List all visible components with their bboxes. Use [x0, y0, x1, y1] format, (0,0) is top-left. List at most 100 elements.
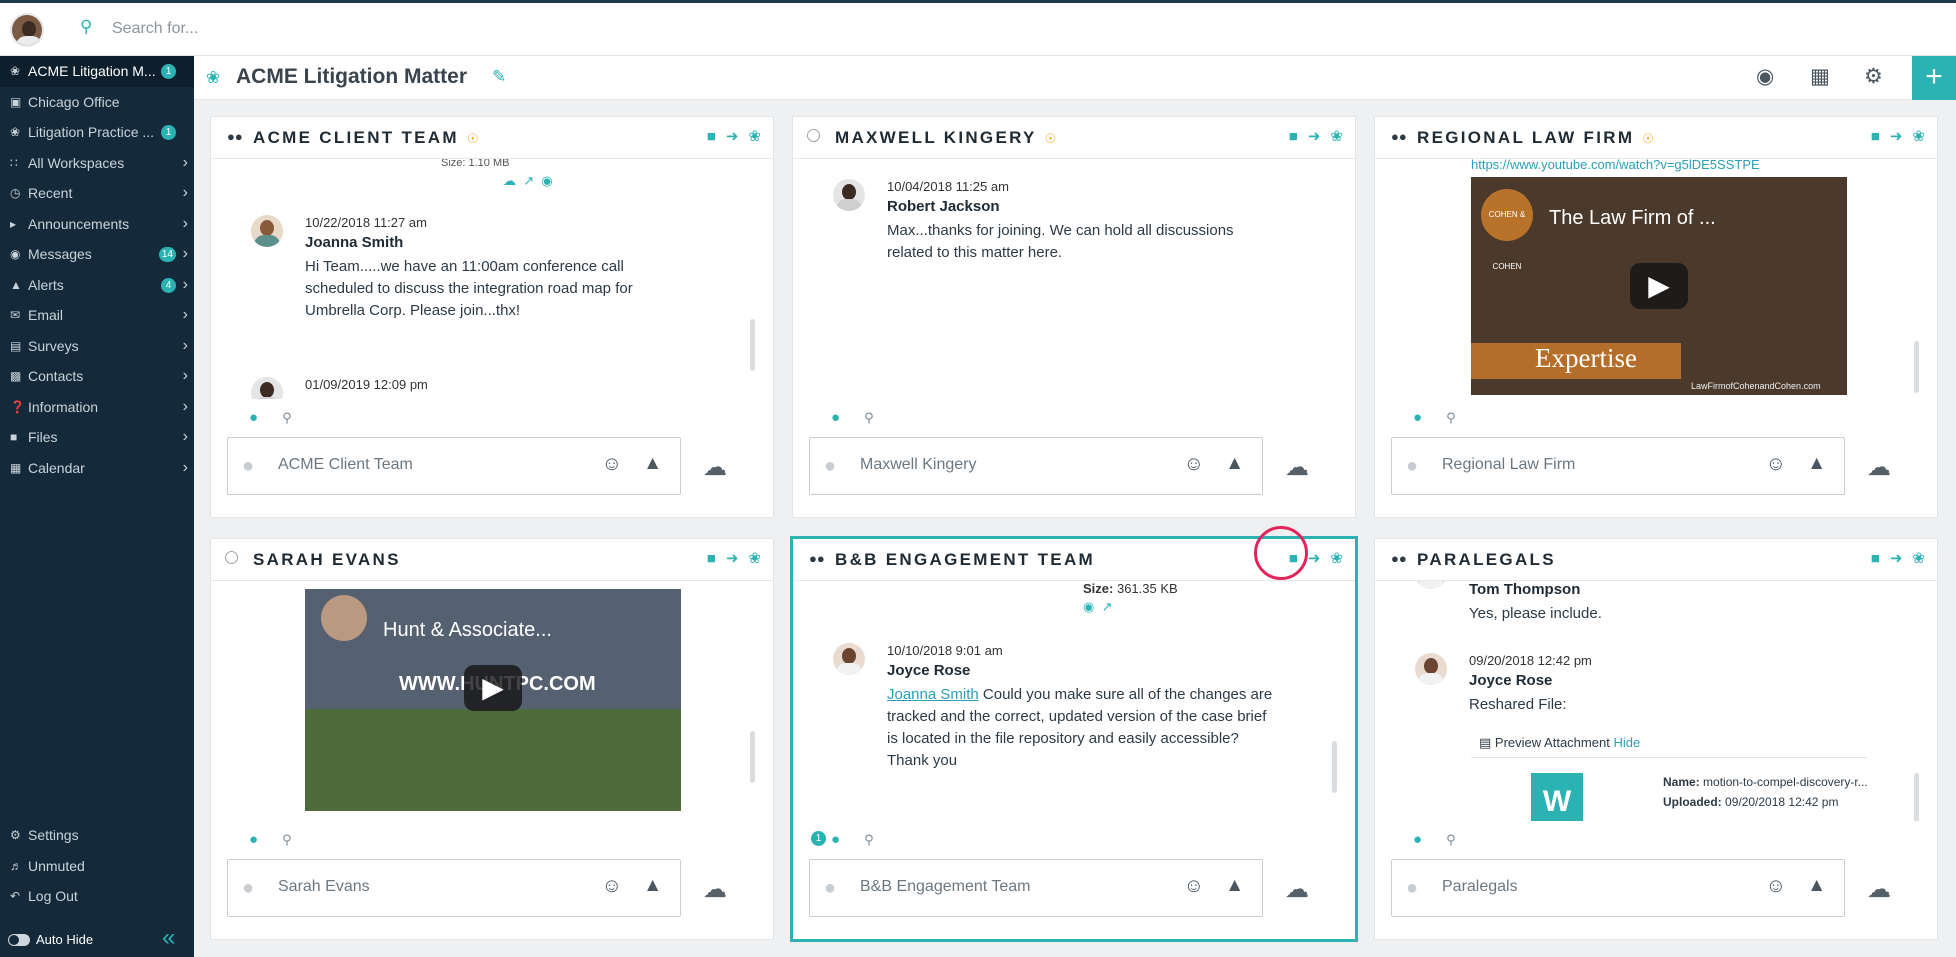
- video-call-icon[interactable]: ■: [707, 550, 716, 567]
- chat-bubble-icon[interactable]: ●: [1413, 831, 1422, 848]
- panel-body: Size: 1.10 MB ☁ ↗ ◉ 10/22/2018 11:27 am …: [211, 159, 773, 399]
- eye-icon[interactable]: ◉: [1083, 599, 1094, 614]
- message-composer[interactable]: ● Sarah Evans ☺ ▲: [227, 859, 681, 917]
- search-icon[interactable]: ⚲: [282, 410, 292, 425]
- upload-cloud-icon[interactable]: ☁: [1867, 875, 1891, 904]
- message-composer[interactable]: ● Paralegals ☺ ▲: [1391, 859, 1845, 917]
- search-icon[interactable]: ⚲: [864, 832, 874, 847]
- upload-cloud-icon[interactable]: ☁: [703, 875, 727, 904]
- emoji-icon[interactable]: ☺: [1184, 875, 1204, 898]
- search-icon[interactable]: ⚲: [1446, 410, 1456, 425]
- chat-bubble-icon[interactable]: ●: [831, 831, 840, 848]
- chat-bubble-icon[interactable]: ●: [1413, 409, 1422, 426]
- sidebar-item-chicago-office[interactable]: ▣ Chicago Office: [0, 87, 194, 118]
- share-arrow-icon[interactable]: ➜: [1308, 128, 1321, 145]
- share-arrow-icon[interactable]: ➜: [726, 128, 739, 145]
- share-icon[interactable]: ↗: [523, 173, 534, 188]
- video-call-icon[interactable]: ■: [1871, 128, 1880, 145]
- sidebar-item-acme-litigation[interactable]: ❀ ACME Litigation M... 1: [0, 56, 194, 87]
- download-icon[interactable]: ☁: [503, 173, 516, 188]
- upload-cloud-icon[interactable]: ☁: [703, 453, 727, 482]
- bug-icon[interactable]: ❀: [1330, 128, 1343, 145]
- sidebar-item-announcements[interactable]: ▸ Announcements ›: [0, 209, 194, 240]
- bug-icon[interactable]: ❀: [1330, 550, 1343, 567]
- sidebar-item-alerts[interactable]: ▲ Alerts 4 ›: [0, 270, 194, 301]
- search-icon[interactable]: ⚲: [864, 410, 874, 425]
- emoji-icon[interactable]: ☺: [602, 453, 622, 476]
- add-button[interactable]: +: [1912, 56, 1956, 100]
- alert-icon[interactable]: ▲: [1225, 453, 1244, 475]
- share-arrow-icon[interactable]: ➜: [1890, 128, 1903, 145]
- share-icon[interactable]: ↗: [1102, 599, 1113, 614]
- message-composer[interactable]: ● B&B Engagement Team ☺ ▲: [809, 859, 1263, 917]
- scrollbar[interactable]: [1332, 741, 1337, 793]
- video-call-icon[interactable]: ■: [707, 128, 716, 145]
- bug-icon[interactable]: ❀: [748, 550, 761, 567]
- bug-icon[interactable]: ❀: [1912, 128, 1925, 145]
- video-player[interactable]: Hunt & Associate... WWW.HUNTPC.COM ▶: [305, 589, 681, 811]
- sidebar-item-files[interactable]: ■ Files ›: [0, 422, 194, 453]
- chat-search-icon[interactable]: ◉: [1756, 64, 1774, 89]
- sidebar-item-all-workspaces[interactable]: ∷ All Workspaces ›: [0, 148, 194, 179]
- scrollbar[interactable]: [750, 319, 755, 371]
- sidebar-item-messages[interactable]: ◉ Messages 14 ›: [0, 239, 194, 270]
- sidebar-item-unmuted[interactable]: ♬ Unmuted: [0, 851, 194, 882]
- scrollbar[interactable]: [1914, 773, 1919, 821]
- upload-cloud-icon[interactable]: ☁: [1285, 453, 1309, 482]
- emoji-icon[interactable]: ☺: [1766, 453, 1786, 476]
- sidebar-item-calendar[interactable]: ▦ Calendar ›: [0, 453, 194, 484]
- chat-bubble-icon[interactable]: ●: [831, 409, 840, 426]
- alert-icon[interactable]: ▲: [643, 875, 662, 897]
- emoji-icon[interactable]: ☺: [1184, 453, 1204, 476]
- alert-icon[interactable]: ▲: [643, 453, 662, 475]
- panel-tools: ● ⚲: [1413, 831, 1456, 848]
- search-input[interactable]: [112, 15, 612, 43]
- edit-pencil-icon[interactable]: ✎: [492, 67, 506, 87]
- grid-icon[interactable]: ▦: [1810, 64, 1830, 89]
- sidebar-item-litigation-practice[interactable]: ❀ Litigation Practice ... 1: [0, 117, 194, 148]
- video-link[interactable]: https://www.youtube.com/watch?v=g5lDE5SS…: [1471, 159, 1847, 172]
- hide-link[interactable]: Hide: [1613, 735, 1640, 750]
- avatar: [251, 215, 283, 247]
- eye-icon[interactable]: ◉: [541, 173, 552, 188]
- gear-icon[interactable]: ⚙: [1864, 64, 1883, 89]
- sidebar-item-information[interactable]: ❓ Information ›: [0, 392, 194, 423]
- alert-icon[interactable]: ▲: [1225, 875, 1244, 897]
- sidebar-item-email[interactable]: ✉ Email ›: [0, 300, 194, 331]
- collapse-sidebar-icon[interactable]: «: [162, 924, 175, 952]
- mention-link[interactable]: Joanna Smith: [887, 686, 979, 703]
- play-icon[interactable]: ▶: [464, 665, 522, 711]
- video-call-icon[interactable]: ■: [1871, 550, 1880, 567]
- scrollbar[interactable]: [1914, 341, 1919, 393]
- upload-cloud-icon[interactable]: ☁: [1867, 453, 1891, 482]
- video-call-icon[interactable]: ■: [1289, 128, 1298, 145]
- bug-icon[interactable]: ❀: [748, 128, 761, 145]
- upload-cloud-icon[interactable]: ☁: [1285, 875, 1309, 904]
- alert-icon[interactable]: ▲: [1807, 453, 1826, 475]
- search-icon[interactable]: ⚲: [1446, 832, 1456, 847]
- sidebar-item-logout[interactable]: ↶ Log Out: [0, 881, 194, 912]
- search-icon[interactable]: ⚲: [282, 832, 292, 847]
- sidebar-item-settings[interactable]: ⚙ Settings: [0, 820, 194, 851]
- message-composer[interactable]: ● Maxwell Kingery ☺ ▲: [809, 437, 1263, 495]
- message-composer[interactable]: ● ACME Client Team ☺ ▲: [227, 437, 681, 495]
- play-icon[interactable]: ▶: [1630, 263, 1688, 309]
- auto-hide-toggle[interactable]: Auto Hide: [8, 932, 93, 947]
- alert-icon[interactable]: ▲: [1807, 875, 1826, 897]
- bug-icon[interactable]: ❀: [1912, 550, 1925, 567]
- sidebar-item-surveys[interactable]: ▤ Surveys ›: [0, 331, 194, 362]
- video-player[interactable]: COHEN & COHEN The Law Firm of ... ▶ Expe…: [1471, 177, 1847, 395]
- file-thumbnail-icon[interactable]: W: [1531, 773, 1583, 821]
- sidebar-item-contacts[interactable]: ▩ Contacts ›: [0, 361, 194, 392]
- sidebar-item-recent[interactable]: ◷ Recent ›: [0, 178, 194, 209]
- chat-bubble-icon[interactable]: ●: [249, 831, 258, 848]
- share-arrow-icon[interactable]: ➜: [1890, 550, 1903, 567]
- emoji-icon[interactable]: ☺: [1766, 875, 1786, 898]
- user-avatar[interactable]: [10, 13, 44, 47]
- emoji-icon[interactable]: ☺: [602, 875, 622, 898]
- share-arrow-icon[interactable]: ➜: [1308, 550, 1321, 567]
- share-arrow-icon[interactable]: ➜: [726, 550, 739, 567]
- chat-bubble-icon[interactable]: ●: [249, 409, 258, 426]
- message-composer[interactable]: ● Regional Law Firm ☺ ▲: [1391, 437, 1845, 495]
- scrollbar[interactable]: [750, 731, 755, 783]
